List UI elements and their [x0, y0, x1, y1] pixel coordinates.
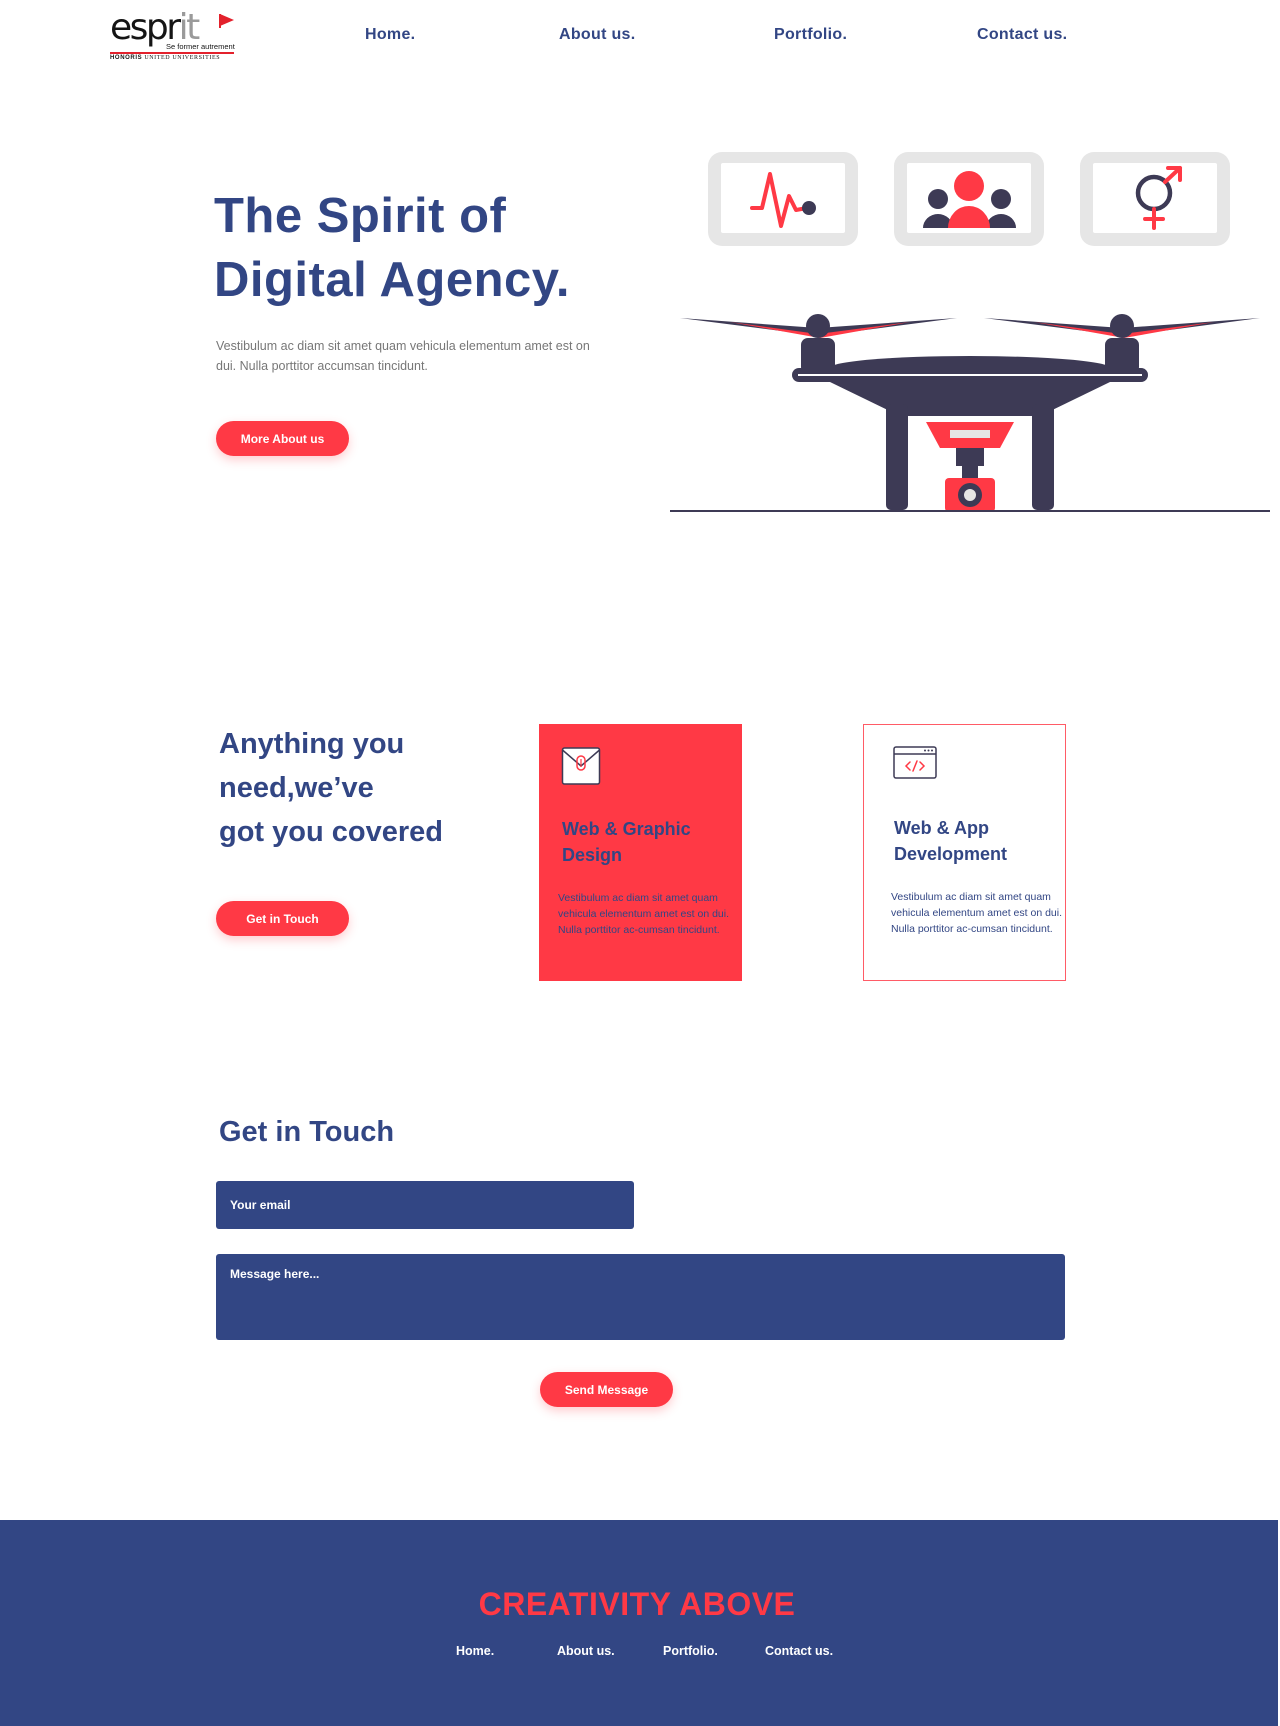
get-in-touch-button[interactable]: Get in Touch — [216, 901, 349, 936]
contact-title: Get in Touch — [219, 1116, 395, 1148]
card-description: Vestibulum ac diam sit amet quam vehicul… — [558, 892, 730, 936]
service-card-web-graphic-design[interactable]: Web & Graphic Design Vestibulum ac diam … — [539, 724, 742, 981]
drone-illustration — [670, 152, 1270, 512]
service-card-web-app-development[interactable]: Web & App Development Vestibulum ac diam… — [863, 724, 1066, 981]
footer-contact-link[interactable]: Contact us. — [765, 1644, 833, 1658]
heartbeat-screen — [708, 152, 858, 246]
logo-subtitle: HONORIS UNITED UNIVERSITIES — [110, 55, 221, 61]
services-heading: Anything you need,we’ve got you covered — [219, 722, 519, 854]
people-screen — [894, 152, 1044, 246]
email-field[interactable] — [216, 1181, 634, 1229]
logo-flag-icon — [220, 14, 234, 26]
drone-icon — [670, 314, 1270, 512]
card-description: Vestibulum ac diam sit amet quam vehicul… — [891, 891, 1063, 935]
gender-screen — [1080, 152, 1230, 246]
hero-title: The Spirit of Digital Agency. — [214, 184, 634, 312]
envelope-icon — [561, 747, 601, 785]
card-title: Web & App Development — [894, 818, 1008, 864]
nav-home-link[interactable]: Home. — [365, 26, 415, 44]
code-window-icon — [893, 746, 937, 779]
services-heading-line3: got you covered — [219, 816, 443, 848]
nav-portfolio-link[interactable]: Portfolio. — [774, 26, 847, 44]
nav-contact-link[interactable]: Contact us. — [977, 26, 1067, 44]
hero-title-line1: The Spirit of — [214, 189, 507, 243]
card-title: Web & Graphic Design — [562, 819, 691, 865]
nav-about-link[interactable]: About us. — [559, 26, 635, 44]
logo-underline — [110, 52, 234, 54]
footer-about-link[interactable]: About us. — [557, 1644, 615, 1658]
more-about-us-button[interactable]: More About us — [216, 421, 349, 456]
message-field[interactable] — [216, 1254, 1065, 1340]
services-heading-line2: need,we’ve — [219, 772, 374, 804]
send-message-button[interactable]: Send Message — [540, 1372, 673, 1407]
esprit-logo[interactable]: esprit Se former autrement HONORIS UNITE… — [110, 8, 236, 64]
services-heading-line1: Anything you — [219, 728, 405, 760]
hero-title-line2: Digital Agency. — [214, 253, 571, 307]
hero-description: Vestibulum ac diam sit amet quam vehicul… — [216, 339, 590, 373]
footer: CREATIVITY ABOVE Home. About us. Portfol… — [0, 1520, 1278, 1726]
footer-home-link[interactable]: Home. — [456, 1644, 494, 1658]
footer-title: CREATIVITY ABOVE — [478, 1586, 796, 1622]
footer-portfolio-link[interactable]: Portfolio. — [663, 1644, 718, 1658]
logo-tagline: Se former autrement — [166, 42, 235, 51]
